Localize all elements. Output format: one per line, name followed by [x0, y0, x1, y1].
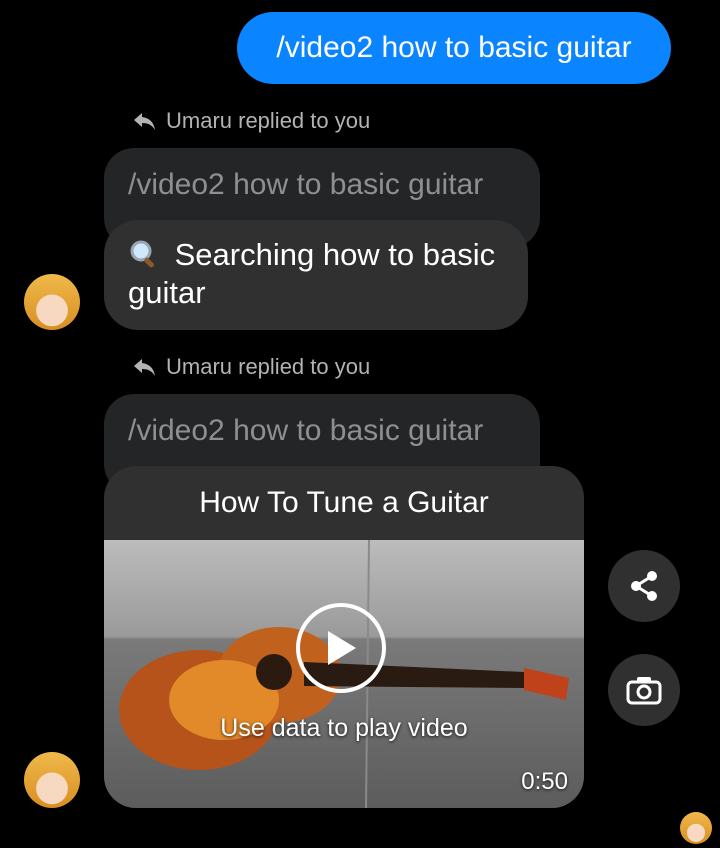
- camera-button[interactable]: [608, 654, 680, 726]
- message-text: Searching how to basic guitar: [128, 237, 496, 310]
- reply-indicator: Umaru replied to you: [132, 108, 370, 134]
- play-icon: [328, 631, 356, 665]
- avatar[interactable]: [24, 274, 80, 330]
- seen-avatar: [680, 812, 712, 844]
- video-title: How To Tune a Guitar: [199, 486, 489, 519]
- reply-arrow-icon: [134, 113, 155, 130]
- quoted-text: /video2 how to basic guitar: [128, 414, 484, 447]
- share-icon: [631, 571, 657, 601]
- outgoing-message-bubble[interactable]: /video2 how to basic guitar: [237, 12, 671, 84]
- reply-label: Umaru replied to you: [166, 354, 371, 379]
- video-attachment[interactable]: How To Tune a Guitar Use data to play vi…: [104, 466, 584, 808]
- magnifier-icon: [128, 237, 175, 272]
- camera-icon: [626, 677, 662, 705]
- reply-label: Umaru replied to you: [166, 108, 371, 133]
- video-duration: 0:50: [521, 768, 568, 795]
- play-button[interactable]: [296, 603, 386, 693]
- reply-arrow-icon: [134, 359, 155, 376]
- reply-indicator: Umaru replied to you: [132, 354, 370, 380]
- incoming-message-bubble[interactable]: Searching how to basic guitar: [104, 220, 528, 330]
- share-button[interactable]: [608, 550, 680, 622]
- video-caption: Use data to play video: [220, 714, 468, 742]
- avatar[interactable]: [24, 752, 80, 808]
- quoted-text: /video2 how to basic guitar: [128, 168, 484, 201]
- video-thumbnail[interactable]: Use data to play video 0:50: [104, 540, 584, 808]
